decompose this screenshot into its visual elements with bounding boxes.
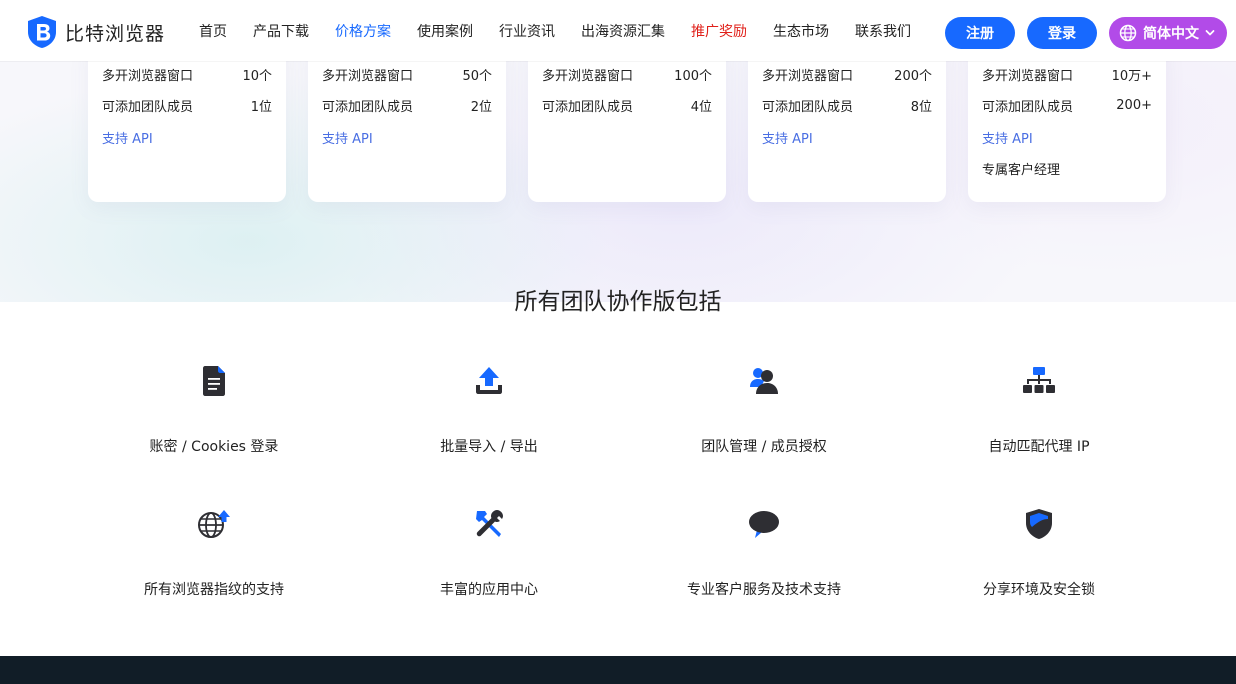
features-title: 所有团队协作版包括 xyxy=(514,289,722,315)
plan-windows-label: 多开浏览器窗口 xyxy=(102,68,194,84)
feature-label: 专业客户服务及技术支持 xyxy=(687,582,841,598)
plan-windows-value: 50个 xyxy=(462,68,492,84)
nav-contact[interactable]: 联系我们 xyxy=(842,21,924,41)
plan-members-label: 可添加团队成员 xyxy=(762,99,854,115)
top-navbar: 比特浏览器 首页 产品下载 价格方案 使用案例 行业资讯 出海资源汇集 推广奖励… xyxy=(0,0,1236,61)
language-selector[interactable]: 简体中文 xyxy=(1109,17,1227,49)
nav-cases[interactable]: 使用案例 xyxy=(404,21,486,41)
plan-windows-row: 多开浏览器窗口 10个 xyxy=(102,64,272,84)
plan-card-1: 多开浏览器窗口 10个 可添加团队成员 1位 支持 API xyxy=(88,40,286,202)
nav-pricing[interactable]: 价格方案 xyxy=(322,21,404,41)
plan-card-4: 多开浏览器窗口 200个 可添加团队成员 8位 支持 API xyxy=(748,40,946,202)
plan-members-label: 可添加团队成员 xyxy=(982,99,1074,115)
plan-windows-row: 多开浏览器窗口 50个 xyxy=(322,64,492,84)
feature-label: 自动匹配代理 IP xyxy=(988,439,1090,455)
plan-windows-row: 多开浏览器窗口 100个 xyxy=(542,64,712,84)
tools-icon xyxy=(472,507,506,541)
feature-item: 所有浏览器指纹的支持 xyxy=(84,507,344,599)
network-icon xyxy=(1022,364,1056,398)
nav-marketplace[interactable]: 生态市场 xyxy=(760,21,842,41)
plan-card-3: 多开浏览器窗口 100个 可添加团队成员 4位 xyxy=(528,40,726,202)
logo-text: 比特浏览器 xyxy=(65,22,166,45)
login-button[interactable]: 登录 xyxy=(1027,17,1097,49)
nav-rewards[interactable]: 推广奖励 xyxy=(678,21,760,41)
plan-api-link[interactable]: 支持 API xyxy=(322,128,373,147)
plan-windows-value: 200个 xyxy=(894,68,932,84)
feature-item: 批量导入 / 导出 xyxy=(359,364,619,456)
document-icon xyxy=(197,364,231,398)
nav-home[interactable]: 首页 xyxy=(186,21,240,41)
plan-members-row: 可添加团队成员 8位 xyxy=(762,95,932,115)
plan-windows-label: 多开浏览器窗口 xyxy=(762,68,854,84)
main-nav: 首页 产品下载 价格方案 使用案例 行业资讯 出海资源汇集 推广奖励 生态市场 … xyxy=(186,0,924,61)
chat-bubble-icon xyxy=(747,507,781,541)
plan-windows-label: 多开浏览器窗口 xyxy=(542,68,634,84)
feature-item: 专业客户服务及技术支持 xyxy=(634,507,894,599)
feature-item: 团队管理 / 成员授权 xyxy=(634,364,894,456)
chevron-down-icon xyxy=(1205,30,1215,36)
plan-members-row: 可添加团队成员 4位 xyxy=(542,95,712,115)
nav-resources[interactable]: 出海资源汇集 xyxy=(568,21,678,41)
plan-card-2: 多开浏览器窗口 50个 可添加团队成员 2位 支持 API xyxy=(308,40,506,202)
feature-item: 自动匹配代理 IP xyxy=(909,364,1169,456)
feature-label: 所有浏览器指纹的支持 xyxy=(144,582,284,598)
plan-members-value: 2位 xyxy=(470,99,492,115)
plan-members-row: 可添加团队成员 1位 xyxy=(102,95,272,115)
plan-api-link[interactable]: 支持 API xyxy=(762,128,813,147)
plan-members-value: 8位 xyxy=(910,99,932,115)
plan-windows-value: 10个 xyxy=(242,68,272,84)
nav-news[interactable]: 行业资讯 xyxy=(486,21,568,41)
globe-icon xyxy=(1119,24,1137,42)
plan-windows-row: 多开浏览器窗口 200个 xyxy=(762,64,932,84)
plan-windows-value: 100个 xyxy=(674,68,712,84)
plan-account-manager: 专属客户经理 xyxy=(982,163,1061,178)
plan-members-value: 1位 xyxy=(250,99,272,115)
plan-card-5: 多开浏览器窗口 10万+ 可添加团队成员 200+ 支持 API 专属客户经理 xyxy=(968,40,1166,202)
feature-label: 团队管理 / 成员授权 xyxy=(701,439,827,455)
plan-windows-label: 多开浏览器窗口 xyxy=(982,68,1074,84)
shield-icon xyxy=(1022,507,1056,541)
feature-label: 账密 / Cookies 登录 xyxy=(149,439,279,455)
site-logo[interactable]: 比特浏览器 xyxy=(26,15,165,49)
globe-arrow-icon xyxy=(197,507,231,541)
plan-members-value: 200+ xyxy=(1116,97,1152,113)
feature-label: 分享环境及安全锁 xyxy=(983,582,1095,598)
plan-windows-value: 10万+ xyxy=(1111,68,1152,84)
plan-members-label: 可添加团队成员 xyxy=(102,99,194,115)
team-user-icon xyxy=(747,364,781,398)
feature-label: 批量导入 / 导出 xyxy=(440,439,538,455)
plan-members-row: 可添加团队成员 2位 xyxy=(322,95,492,115)
plan-members-label: 可添加团队成员 xyxy=(322,99,414,115)
nav-download[interactable]: 产品下载 xyxy=(240,21,322,41)
feature-item: 账密 / Cookies 登录 xyxy=(84,364,344,456)
plan-api-link[interactable]: 支持 API xyxy=(982,128,1033,147)
upload-icon xyxy=(472,364,506,398)
feature-item: 分享环境及安全锁 xyxy=(909,507,1169,599)
footer xyxy=(0,656,1236,684)
register-button[interactable]: 注册 xyxy=(945,17,1015,49)
feature-label: 丰富的应用中心 xyxy=(440,582,538,598)
plan-windows-label: 多开浏览器窗口 xyxy=(322,68,414,84)
plan-windows-row: 多开浏览器窗口 10万+ xyxy=(982,64,1152,84)
brand-logo-icon xyxy=(28,16,56,48)
feature-item: 丰富的应用中心 xyxy=(359,507,619,599)
plan-members-value: 4位 xyxy=(690,99,712,115)
language-label: 简体中文 xyxy=(1143,26,1199,42)
plan-members-label: 可添加团队成员 xyxy=(542,99,634,115)
plan-members-row: 可添加团队成员 200+ xyxy=(982,95,1152,115)
plan-api-link[interactable]: 支持 API xyxy=(102,128,153,147)
